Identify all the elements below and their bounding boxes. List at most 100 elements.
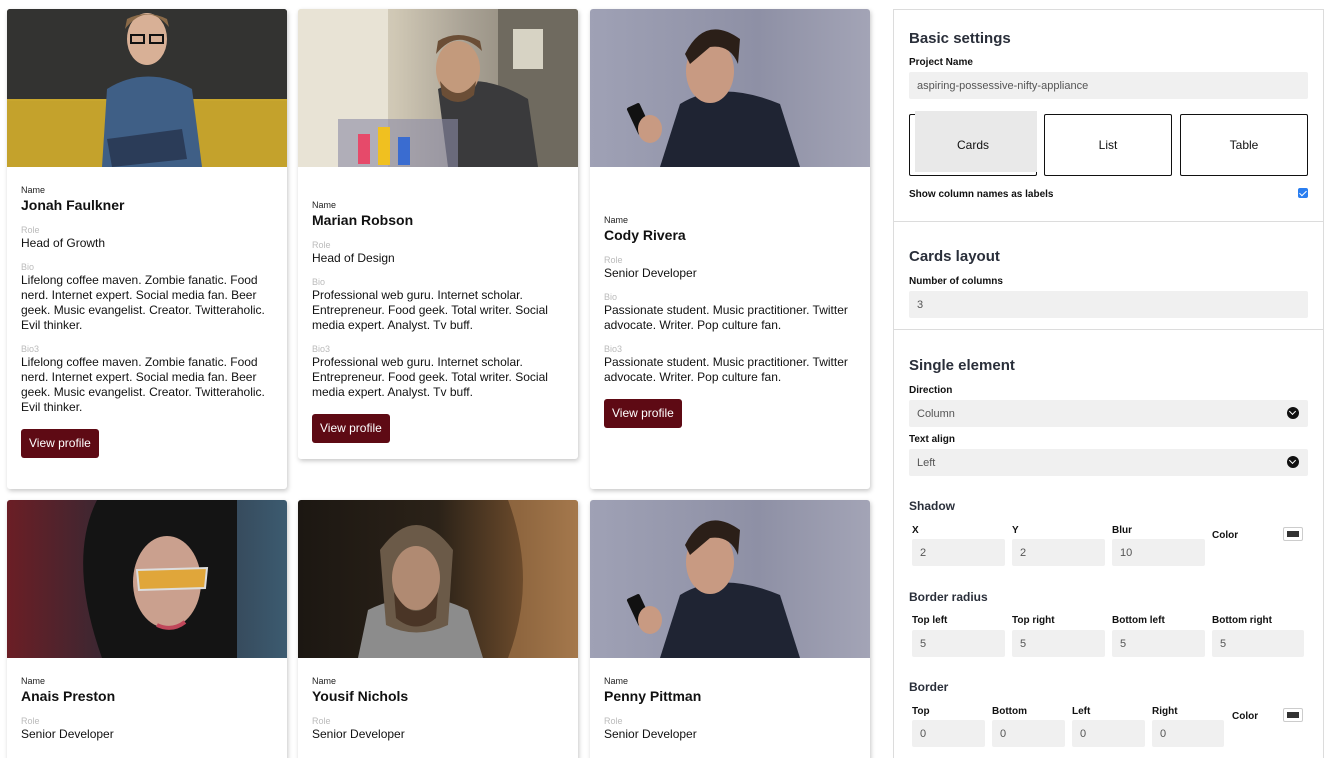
border-bottom-label: Bottom	[992, 706, 1027, 717]
border-color-label: Color	[1232, 711, 1259, 722]
field-label: Role	[604, 255, 623, 265]
border-title: Border	[909, 680, 949, 694]
person-bio: Lifelong coffee maven. Zombie fanatic. F…	[21, 273, 265, 332]
section-title: Cards layout	[909, 248, 1000, 265]
layout-option-cards[interactable]: Cards	[909, 111, 1037, 176]
person-name: Yousif Nichols	[312, 688, 409, 704]
border-top-input[interactable]: 0	[912, 720, 985, 747]
layout-option-label: Cards	[956, 138, 989, 152]
project-name-label: Project Name	[909, 57, 973, 68]
field-label: Bio	[604, 292, 618, 302]
chevron-down-icon	[1287, 407, 1299, 419]
shadow-blur-label: Blur	[1112, 525, 1132, 536]
basic-settings-section: Basic settings Project Name aspiring-pos…	[894, 10, 1323, 222]
profile-photo	[298, 9, 578, 167]
field-label: Name	[312, 676, 337, 686]
single-element-section: Single element Direction Column Text ali…	[894, 330, 1323, 758]
field-label: Name	[604, 215, 629, 225]
field-label: Role	[604, 716, 623, 726]
field-label: Bio3	[312, 344, 331, 354]
view-profile-button[interactable]: View profile	[312, 414, 390, 443]
profile-card: Name Yousif Nichols Role Senior Develope…	[298, 500, 578, 758]
field-label: Role	[312, 240, 331, 250]
field-label: Name	[21, 676, 46, 686]
border-radius-title: Border radius	[909, 590, 988, 604]
columns-label: Number of columns	[909, 276, 1003, 287]
field-label: Name	[604, 676, 629, 686]
border-color-swatch[interactable]	[1283, 708, 1303, 722]
field-label: Bio	[21, 262, 35, 272]
person-name: Jonah Faulkner	[21, 197, 125, 213]
radius-br-label: Bottom right	[1212, 615, 1272, 626]
view-profile-button[interactable]: View profile	[604, 399, 682, 428]
field-label: Name	[21, 185, 46, 195]
field-label: Bio3	[604, 344, 623, 354]
person-bio3: Passionate student. Music practitioner. …	[604, 355, 848, 384]
person-bio: Passionate student. Music practitioner. …	[604, 303, 848, 332]
profile-photo	[590, 9, 870, 167]
direction-value: Column	[917, 407, 955, 420]
radius-bl-input[interactable]: 5	[1112, 630, 1205, 657]
shadow-color-swatch[interactable]	[1283, 527, 1303, 541]
shadow-y-label: Y	[1012, 525, 1019, 536]
shadow-x-input[interactable]: 2	[912, 539, 1005, 566]
shadow-title: Shadow	[909, 499, 956, 513]
text-align-value: Left	[917, 456, 936, 469]
field-label: Name	[312, 200, 337, 210]
layout-option-list[interactable]: List	[1044, 114, 1172, 176]
show-labels-text: Show column names as labels	[909, 189, 1054, 200]
border-right-label: Right	[1152, 706, 1178, 717]
text-align-select[interactable]: Left	[909, 449, 1308, 476]
columns-input[interactable]: 3	[909, 291, 1308, 318]
profile-card: Name Penny Pittman Role Senior Developer	[590, 500, 870, 758]
field-label: Bio	[312, 277, 326, 287]
field-label: Bio3	[21, 344, 40, 354]
direction-select[interactable]: Column	[909, 400, 1308, 427]
person-name: Marian Robson	[312, 212, 414, 228]
person-role: Head of Growth	[21, 236, 106, 250]
project-name-input[interactable]: aspiring-possessive-nifty-appliance	[909, 72, 1308, 99]
border-bottom-input[interactable]: 0	[992, 720, 1065, 747]
shadow-x-label: X	[912, 525, 919, 536]
field-label: Role	[21, 716, 40, 726]
profile-card: Name Marian Robson Role Head of Design B…	[298, 9, 578, 459]
direction-label: Direction	[909, 385, 953, 396]
border-right-input[interactable]: 0	[1152, 720, 1224, 747]
settings-panel: Basic settings Project Name aspiring-pos…	[893, 9, 1324, 758]
person-role: Senior Developer	[604, 266, 697, 280]
view-profile-button[interactable]: View profile	[21, 429, 99, 458]
border-top-label: Top	[912, 706, 930, 717]
person-bio3: Lifelong coffee maven. Zombie fanatic. F…	[21, 355, 265, 414]
show-labels-checkbox[interactable]	[1298, 188, 1308, 198]
profile-photo	[298, 500, 578, 658]
profile-photo	[7, 9, 287, 167]
border-left-input[interactable]: 0	[1072, 720, 1145, 747]
profile-card: Name Jonah Faulkner Role Head of Growth …	[7, 9, 287, 489]
person-role: Senior Developer	[312, 727, 405, 741]
radius-tl-input[interactable]: 5	[912, 630, 1005, 657]
profile-photo	[7, 500, 287, 658]
person-role: Senior Developer	[21, 727, 114, 741]
cards-layout-section: Cards layout Number of columns 3	[894, 222, 1323, 330]
radius-tl-label: Top left	[912, 615, 948, 626]
section-title: Basic settings	[909, 30, 1011, 47]
radius-tr-label: Top right	[1012, 615, 1055, 626]
radius-br-input[interactable]: 5	[1212, 630, 1304, 657]
person-role: Senior Developer	[604, 727, 697, 741]
radius-bl-label: Bottom left	[1112, 615, 1165, 626]
shadow-y-input[interactable]: 2	[1012, 539, 1105, 566]
layout-option-table[interactable]: Table	[1180, 114, 1308, 176]
person-name: Anais Preston	[21, 688, 116, 704]
field-label: Role	[21, 225, 40, 235]
radius-tr-input[interactable]: 5	[1012, 630, 1105, 657]
person-name: Penny Pittman	[604, 688, 702, 704]
shadow-blur-input[interactable]: 10	[1112, 539, 1205, 566]
profile-photo	[590, 500, 870, 658]
layout-option-label: List	[1098, 138, 1118, 152]
border-left-label: Left	[1072, 706, 1091, 717]
shadow-color-label: Color	[1212, 530, 1239, 541]
person-bio: Professional web guru. Internet scholar.…	[312, 288, 548, 332]
person-bio3: Professional web guru. Internet scholar.…	[312, 355, 548, 399]
profile-card: Name Cody Rivera Role Senior Developer B…	[590, 9, 870, 489]
profile-card: Name Anais Preston Role Senior Developer	[7, 500, 287, 758]
